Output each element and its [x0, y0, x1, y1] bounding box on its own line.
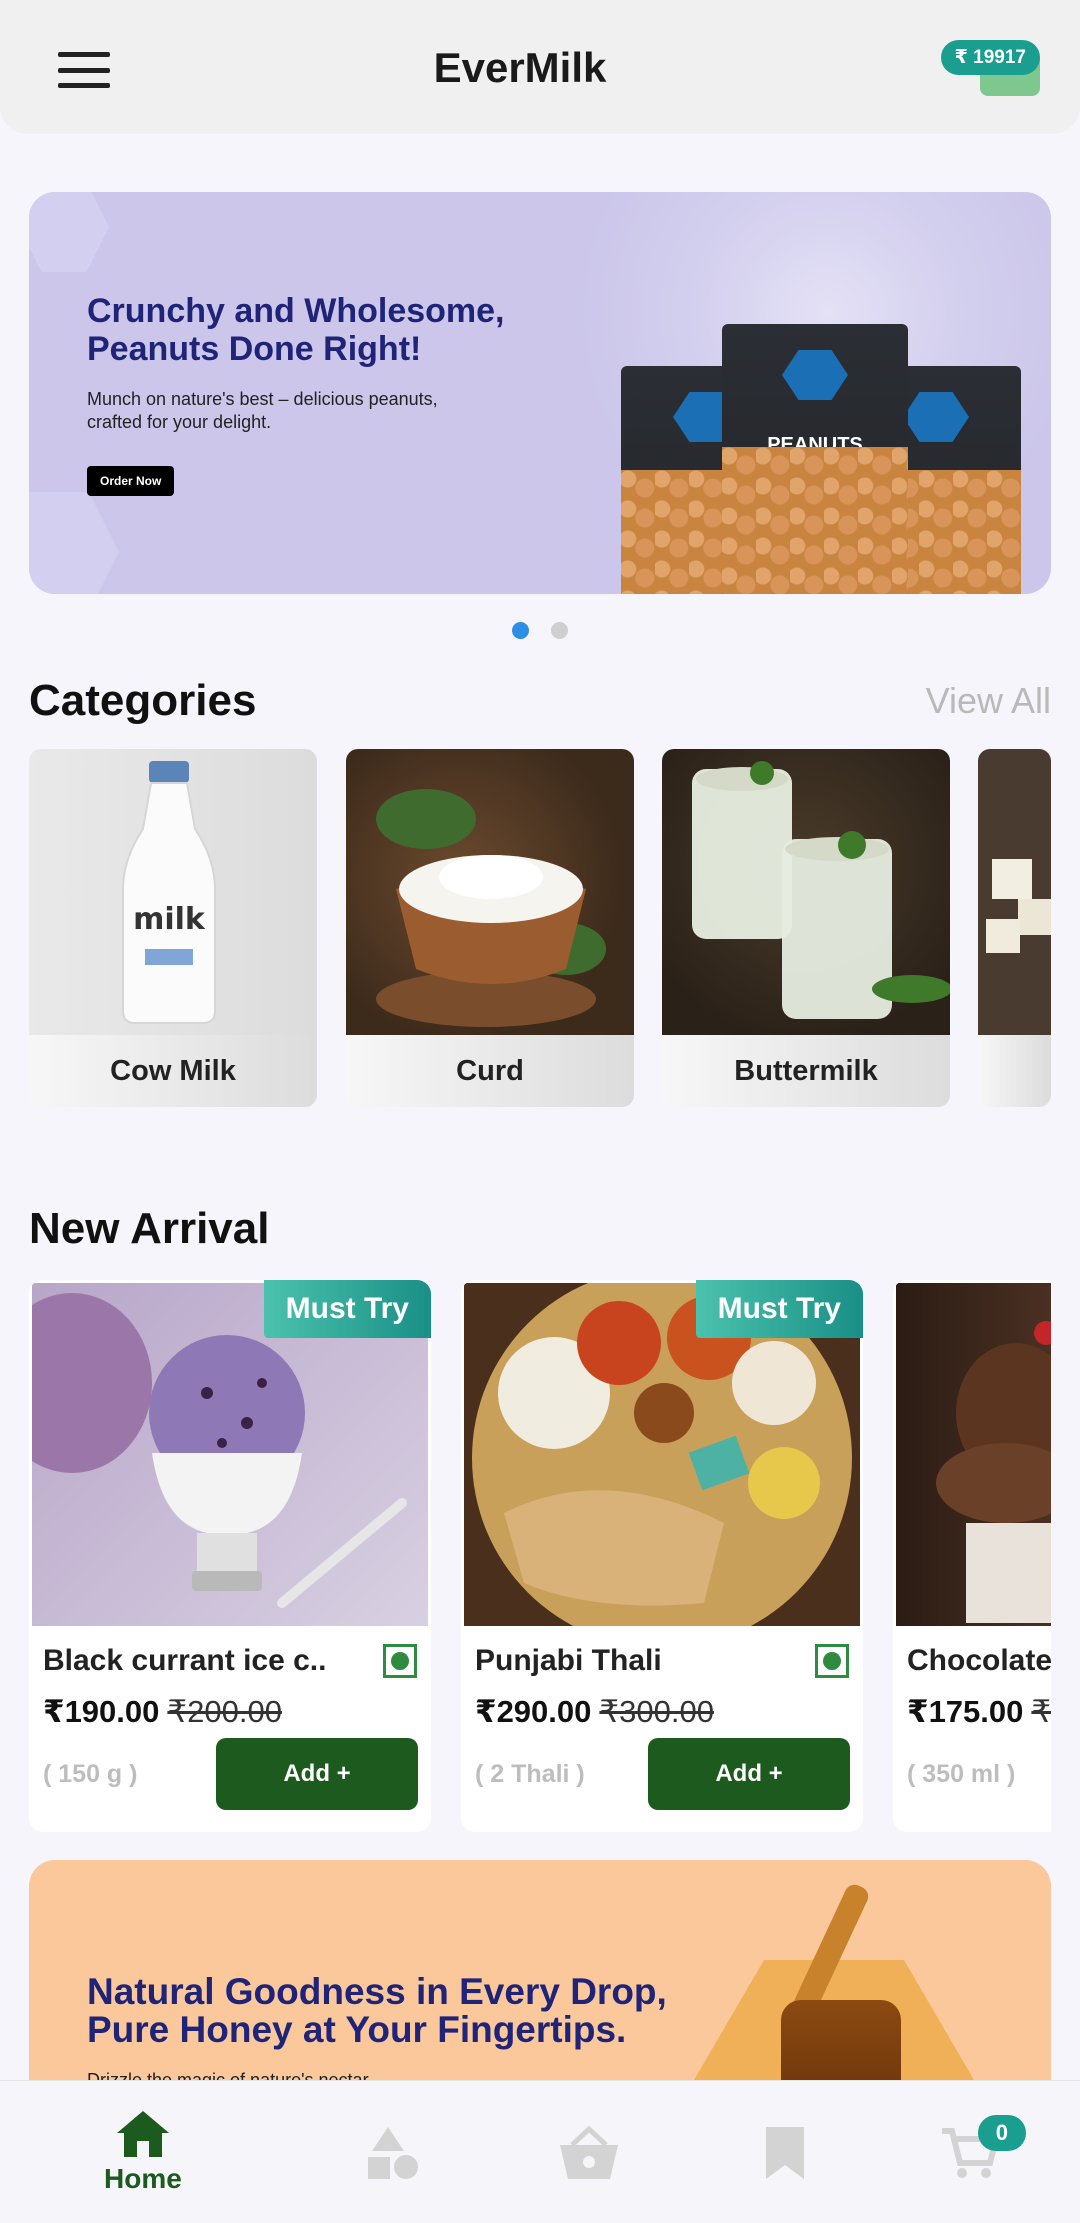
- nav-cart[interactable]: 0: [940, 2115, 1026, 2181]
- product-name: Black currant ice c..: [43, 1644, 327, 1677]
- milk-bottle-image: milk: [29, 749, 317, 1035]
- promo-banner[interactable]: Crunchy and Wholesome, Peanuts Done Righ…: [29, 192, 1051, 594]
- carousel-dot-active[interactable]: [512, 622, 529, 639]
- banner-title: Crunchy and Wholesome, Peanuts Done Righ…: [87, 292, 505, 368]
- nav-home[interactable]: Home: [104, 2109, 182, 2195]
- decor-hexagon: [29, 192, 109, 272]
- product-quantity: ( 2 Thali ): [475, 1760, 585, 1788]
- buttermilk-glass-image: [662, 749, 950, 1035]
- add-to-cart-button[interactable]: Add +: [216, 1738, 418, 1810]
- basket-icon: [560, 2125, 618, 2179]
- product-name: Chocolate: [907, 1644, 1051, 1677]
- product-card[interactable]: Chocolate ₹175.00 ₹ ( 350 ml ): [893, 1280, 1051, 1832]
- veg-indicator-icon: [815, 1644, 849, 1678]
- app-title: EverMilk: [433, 44, 607, 91]
- category-label: Curd: [346, 1035, 634, 1107]
- bookmark-icon: [766, 2127, 804, 2179]
- peanut-pack-image: PEANUTS: [722, 324, 908, 594]
- curd-bowl-image: [346, 749, 634, 1035]
- must-try-badge: Must Try: [695, 1280, 863, 1338]
- app-header: EverMilk ₹ 19917: [0, 0, 1080, 134]
- categories-icon: [368, 2127, 418, 2179]
- nav-home-label: Home: [104, 2163, 182, 2194]
- new-arrival-heading: New Arrival: [29, 1204, 270, 1253]
- product-card[interactable]: Must Try Punjabi Thali ₹290.00 ₹300.00 ( …: [461, 1280, 863, 1832]
- product-price: ₹290.00 ₹300.00: [475, 1694, 714, 1729]
- veg-indicator-icon: [383, 1644, 417, 1678]
- product-price: ₹175.00 ₹: [907, 1694, 1051, 1729]
- product-quantity: ( 350 ml ): [907, 1760, 1016, 1788]
- product-old-price: ₹300.00: [599, 1694, 714, 1729]
- wallet-balance-badge: ₹ 19917: [940, 40, 1040, 75]
- paneer-image: [978, 749, 1051, 1035]
- product-old-price: ₹200.00: [167, 1694, 282, 1729]
- category-card-cow-milk[interactable]: milk Cow Milk: [29, 749, 317, 1107]
- cart-count-badge: 0: [977, 2115, 1026, 2151]
- decor-hexagon: [29, 492, 119, 594]
- banner-subtitle: Munch on nature's best – delicious peanu…: [87, 389, 438, 432]
- nav-categories[interactable]: [364, 2125, 420, 2181]
- honey-banner-title: Natural Goodness in Every Drop, Pure Hon…: [87, 1971, 667, 2050]
- carousel-indicator: [0, 622, 1080, 639]
- categories-heading: Categories: [29, 676, 257, 725]
- product-price: ₹190.00 ₹200.00: [43, 1694, 282, 1729]
- nav-basket[interactable]: [558, 2125, 620, 2181]
- product-name: Punjabi Thali: [475, 1644, 662, 1677]
- category-card-buttermilk[interactable]: Buttermilk: [662, 749, 950, 1107]
- bottom-navigation: Home 0: [0, 2080, 1080, 2223]
- category-label: Buttermilk: [662, 1035, 950, 1107]
- view-all-link[interactable]: View All: [926, 680, 1051, 722]
- wallet-button[interactable]: ₹ 19917: [940, 40, 1040, 100]
- svg-text:milk: milk: [133, 902, 206, 937]
- nav-saved[interactable]: [764, 2125, 806, 2181]
- add-to-cart-button[interactable]: Add +: [648, 1738, 850, 1810]
- home-icon: [116, 2111, 169, 2157]
- order-now-button[interactable]: Order Now: [87, 466, 175, 496]
- product-old-price: ₹: [1031, 1694, 1051, 1729]
- product-quantity: ( 150 g ): [43, 1760, 138, 1788]
- carousel-dot[interactable]: [551, 622, 568, 639]
- category-card-paneer-partial[interactable]: [978, 749, 1051, 1107]
- product-card[interactable]: Must Try Black currant ice c.. ₹190.00 ₹2…: [29, 1280, 431, 1832]
- category-label: Cow Milk: [29, 1035, 317, 1107]
- must-try-badge: Must Try: [263, 1280, 431, 1338]
- category-card-curd[interactable]: Curd: [346, 749, 634, 1107]
- chocolate-dessert-image: [896, 1283, 1051, 1626]
